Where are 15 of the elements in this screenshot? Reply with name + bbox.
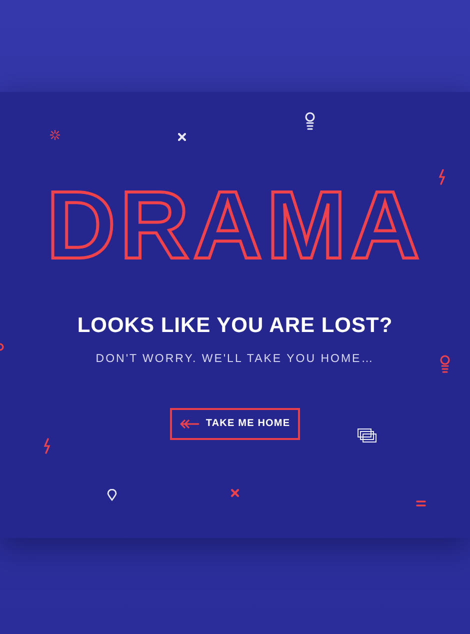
sparkle-icon <box>50 130 60 140</box>
take-me-home-button[interactable]: TAKE ME HOME <box>170 408 300 440</box>
logo: DRAMA <box>46 184 424 268</box>
heading: LOOKS LIKE YOU ARE LOST? <box>77 313 393 339</box>
stacked-cards-icon <box>357 428 377 443</box>
double-arrow-left-icon <box>180 418 200 429</box>
cross-icon <box>178 133 186 141</box>
equals-icon <box>416 500 426 507</box>
lightbulb-icon <box>304 112 316 132</box>
lightning-icon <box>43 438 51 454</box>
lightning-icon <box>438 169 446 185</box>
lightbulb-icon <box>439 355 451 375</box>
subheading: DON'T WORRY. WE'LL TAKE YOU HOME… <box>96 352 374 366</box>
cross-icon <box>231 489 239 497</box>
map-pin-icon <box>107 489 117 501</box>
